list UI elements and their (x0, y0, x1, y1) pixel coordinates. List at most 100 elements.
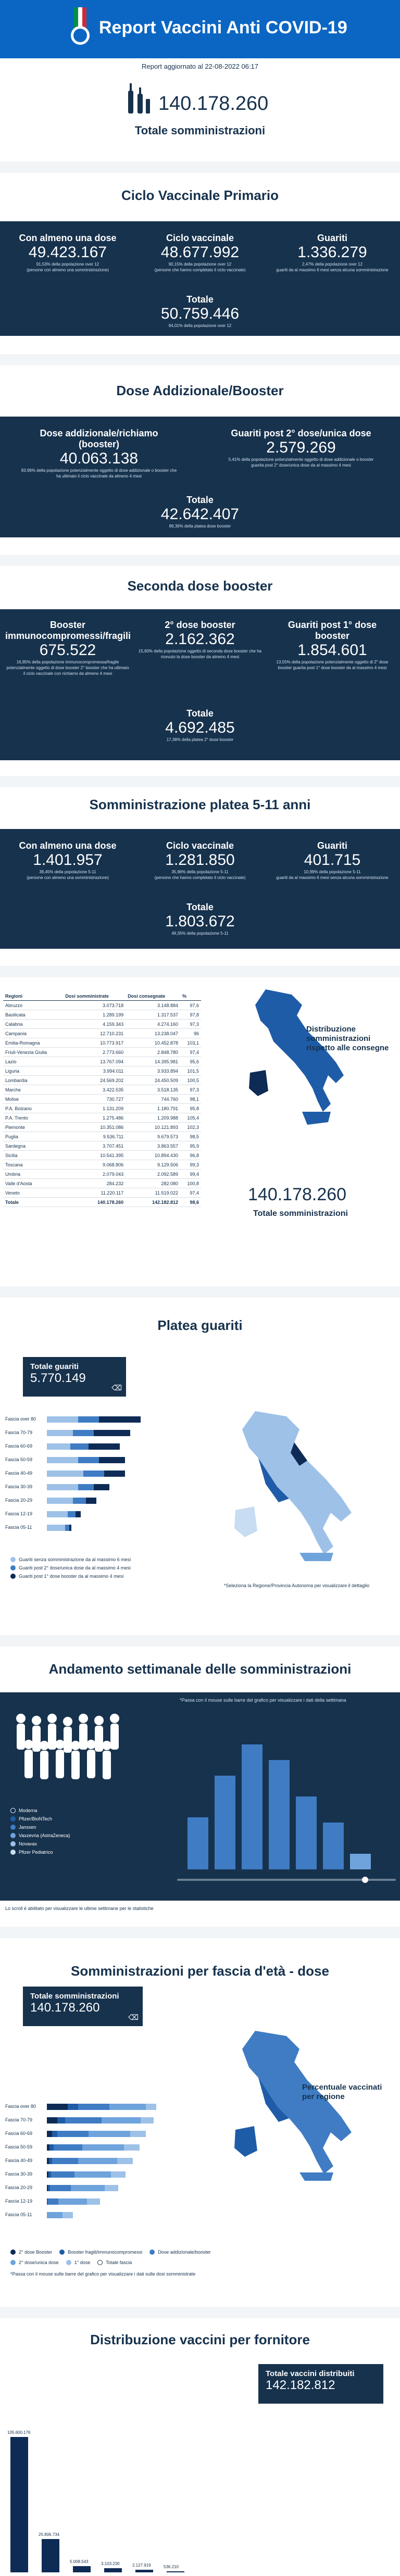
age-band-bar-segment[interactable] (74, 2171, 111, 2178)
age-band-bar-segment[interactable] (78, 1416, 99, 1423)
supplier-bar[interactable] (73, 2566, 91, 2572)
age-band-bar-segment[interactable] (47, 2212, 63, 2218)
italy-map-age[interactable] (229, 2026, 365, 2187)
age-band-bar-segment[interactable] (82, 2144, 124, 2151)
table-row[interactable]: Abruzzo 3.073.718 3.148.884 97,6 (3, 1000, 201, 1010)
table-row[interactable]: Marche 3.422.535 3.518.135 97,3 (3, 1085, 201, 1095)
age-band-bar-segment[interactable] (48, 2198, 58, 2205)
table-row[interactable]: Lombardia 24.569.202 24.450.509 100,5 (3, 1075, 201, 1085)
age-band-bar-segment[interactable] (83, 1471, 104, 1477)
weekly-scrollbar[interactable] (177, 1877, 396, 1883)
age-band-bar-segment[interactable] (146, 2104, 156, 2110)
age-band-bar-segment[interactable] (78, 1484, 94, 1490)
table-row[interactable]: Sicilia 10.541.395 10.894.430 96,8 (3, 1150, 201, 1160)
age-band-bar-segment[interactable] (47, 1525, 65, 1531)
age-band-bar-segment[interactable] (63, 2212, 73, 2218)
table-row[interactable]: Emilia-Romagna 10.773.917 10.452.878 103,1 (3, 1038, 201, 1048)
age-band-bar-segment[interactable] (58, 2198, 87, 2205)
age-band-bar-segment[interactable] (87, 2198, 100, 2205)
age-band-bar-segment[interactable] (47, 2131, 52, 2137)
age-band-bar-segment[interactable] (86, 1498, 96, 1504)
age-band-bar-segment[interactable] (76, 1511, 81, 1517)
age-band-bar-segment[interactable] (52, 2158, 78, 2164)
age-band-bar-segment[interactable] (94, 1484, 109, 1490)
table-row[interactable]: Basilicata 1.289.199 1.317.537 97,8 (3, 1010, 201, 1020)
age-band-bar-segment[interactable] (99, 1416, 141, 1423)
eraser-icon[interactable]: ⌫ (111, 1384, 122, 1392)
table-row[interactable]: P.A. Bolzano 1.131.209 1.180.791 95,8 (3, 1103, 201, 1113)
age-band-bar-segment[interactable] (68, 1511, 76, 1517)
table-row[interactable]: Molise 730.727 744.760 98,1 (3, 1094, 201, 1104)
italy-map-recovered[interactable] (229, 1406, 365, 1562)
table-row[interactable]: P.A. Trento 1.275.486 1.209.988 105,4 (3, 1113, 201, 1123)
age-band-bar-segment[interactable] (47, 1484, 78, 1490)
age-band-bar-segment[interactable] (109, 2104, 146, 2110)
col-header-percent[interactable]: % (180, 992, 201, 1001)
weekly-bar[interactable] (215, 1776, 235, 1869)
supplier-bar[interactable] (167, 2571, 184, 2572)
italy-map-distribution[interactable] (245, 984, 354, 1130)
age-band-bar-segment[interactable] (130, 2131, 146, 2137)
age-band-bar-segment[interactable] (104, 1471, 125, 1477)
age-band-bar-segment[interactable] (89, 1443, 120, 1450)
age-band-bar-segment[interactable] (65, 2117, 102, 2123)
table-row[interactable]: Veneto 11.220.117 11.519.022 97,4 (3, 1188, 201, 1198)
weekly-bar[interactable] (242, 1744, 262, 1869)
weekly-bar[interactable] (269, 1760, 290, 1869)
table-row[interactable]: Liguria 3.994.011 3.933.894 101,5 (3, 1066, 201, 1076)
age-band-bar-segment[interactable] (47, 1430, 73, 1436)
weekly-scroll-thumb[interactable] (362, 1877, 368, 1883)
age-band-bar-segment[interactable] (54, 2144, 82, 2151)
age-band-bar-segment[interactable] (73, 1498, 86, 1504)
age-band-bar-segment[interactable] (57, 2117, 65, 2123)
age-band-bar-segment[interactable] (65, 1525, 69, 1531)
age-band-bar-segment[interactable] (124, 2144, 140, 2151)
age-band-bar-segment[interactable] (47, 1457, 78, 1463)
supplier-bar[interactable] (104, 2568, 122, 2572)
age-band-bar-segment[interactable] (89, 2131, 130, 2137)
table-row[interactable]: Umbria 2.079.043 2.092.589 99,4 (3, 1169, 201, 1179)
table-row[interactable]: Lazio 13.767.094 14.395.981 95,6 (3, 1057, 201, 1066)
table-row[interactable]: Sardegna 3.707.451 3.863.557 95,9 (3, 1141, 201, 1151)
age-band-bar-segment[interactable] (47, 1416, 78, 1423)
age-band-bar-segment[interactable] (73, 1430, 94, 1436)
age-band-bar-segment[interactable] (69, 1525, 71, 1531)
table-row[interactable]: Totale 140.178.260 142.182.812 98,6 (3, 1197, 201, 1207)
age-band-bar-segment[interactable] (78, 1457, 99, 1463)
age-band-bar-segment[interactable] (47, 2117, 57, 2123)
weekly-bar-chart[interactable] (177, 1713, 391, 1869)
age-band-bar-segment[interactable] (47, 2104, 68, 2110)
table-row[interactable]: Toscana 9.068.806 9.129.506 99,3 (3, 1160, 201, 1170)
age-band-bar-segment[interactable] (47, 1498, 73, 1504)
age-band-bar-segment[interactable] (47, 1471, 83, 1477)
col-header-delivered[interactable]: Dosi consegnate (126, 992, 180, 1001)
table-row[interactable]: Calabria 4.159.343 4.274.160 97,3 (3, 1019, 201, 1029)
eraser-icon[interactable]: ⌫ (128, 2013, 139, 2022)
table-row[interactable]: Piemonte 10.351.086 10.121.893 102,3 (3, 1122, 201, 1132)
age-band-bar-segment[interactable] (51, 2171, 74, 2178)
age-band-bar-segment[interactable] (78, 2158, 117, 2164)
supplier-bar[interactable] (42, 2539, 59, 2572)
age-band-bar-segment[interactable] (94, 1430, 130, 1436)
table-row[interactable]: Campania 12.710.231 13.238.047 96 (3, 1028, 201, 1038)
age-band-bar-segment[interactable] (105, 2185, 118, 2191)
weekly-bar[interactable] (296, 1796, 317, 1869)
table-row[interactable]: Puglia 9.536.711 9.679.573 98,5 (3, 1132, 201, 1141)
age-band-bar-segment[interactable] (111, 2171, 126, 2178)
age-band-bar-segment[interactable] (52, 2131, 57, 2137)
age-band-bar-segment[interactable] (78, 2104, 109, 2110)
weekly-bar[interactable] (323, 1823, 344, 1869)
age-band-bar-segment[interactable] (71, 2185, 105, 2191)
supplier-bar[interactable] (10, 2437, 28, 2572)
table-row[interactable]: Valle d'Aosta 284.232 282.080 100,8 (3, 1178, 201, 1188)
weekly-bar[interactable] (350, 1854, 371, 1869)
age-band-bar-segment[interactable] (102, 2117, 141, 2123)
age-band-bar-segment[interactable] (47, 1511, 68, 1517)
col-header-administered[interactable]: Dosi somministrate (63, 992, 126, 1001)
supplier-bar-chart[interactable]: 105.600.176 25.806.734 5.008.543 3.103.230 2… (7, 2416, 385, 2572)
age-band-bar-segment[interactable] (117, 2158, 133, 2164)
age-band-bar-segment[interactable] (141, 2117, 154, 2123)
age-band-bar-segment[interactable] (49, 2144, 54, 2151)
age-band-bar-segment[interactable] (99, 1457, 125, 1463)
supplier-bar[interactable] (135, 2569, 153, 2572)
